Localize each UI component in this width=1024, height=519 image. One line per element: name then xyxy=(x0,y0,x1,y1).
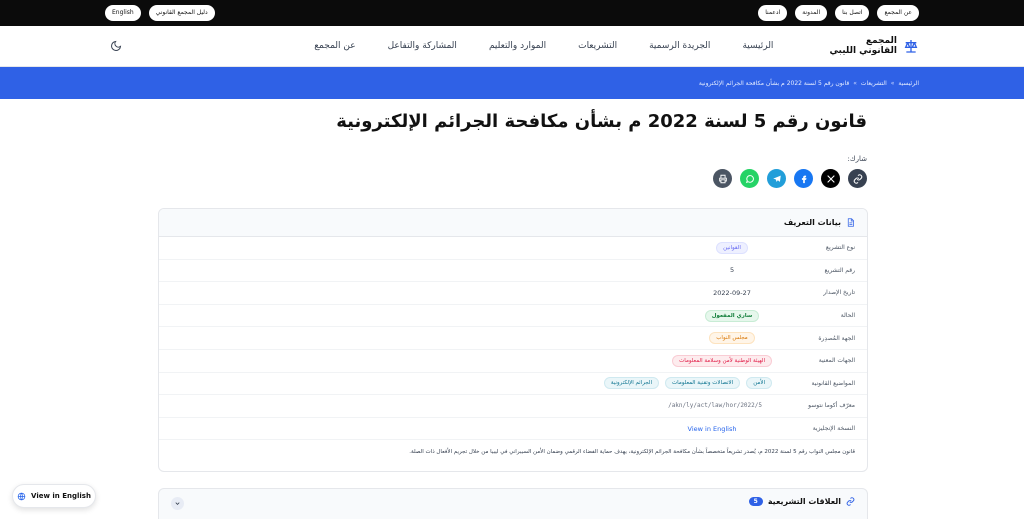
topic-badge[interactable]: الاتصالات وتقنية المعلومات xyxy=(665,377,741,390)
top-link-about[interactable]: عن المجمع xyxy=(877,5,919,21)
row-label: نوع التشريع xyxy=(825,244,855,252)
metadata-rows: نوع التشريع القوانين رقم التشريع 5 تاريخ… xyxy=(159,237,867,441)
metadata-card: بيانات التعريف نوع التشريع القوانين رقم … xyxy=(158,208,868,472)
metadata-card-title: بيانات التعريف xyxy=(783,218,841,227)
metadata-row-status: الحالة ساري المفعول xyxy=(159,305,867,328)
metadata-row-english: النسخة الإنجليزية View in English xyxy=(159,418,867,441)
row-label: النسخة الإنجليزية xyxy=(812,425,855,433)
breadcrumb-current: قانون رقم 5 لسنة 2022 م بشأن مكافحة الجر… xyxy=(698,79,850,87)
share-facebook-button[interactable] xyxy=(794,169,813,188)
breadcrumb-home[interactable]: الرئيسية xyxy=(898,80,919,87)
topic-badge[interactable]: الأمن xyxy=(746,377,772,390)
link-icon xyxy=(846,497,855,506)
top-link-contact[interactable]: اتصل بنا xyxy=(835,5,870,21)
share-label: شارك: xyxy=(847,155,867,163)
scales-icon xyxy=(904,40,918,53)
akn-identifier: /akn/ly/act/law/hor/2022/5 xyxy=(668,402,762,410)
share-telegram-button[interactable] xyxy=(767,169,786,188)
top-link-support[interactable]: ادعمنا xyxy=(758,5,788,21)
row-label: معرّف أكوما نتوسو xyxy=(808,402,855,410)
row-label: رقم التشريع xyxy=(824,266,856,274)
nav-about[interactable]: عن المجمع xyxy=(314,41,355,51)
row-value: /akn/ly/act/law/hor/2022/5 xyxy=(572,402,772,409)
topic-badge[interactable]: الجرائم الإلكترونية xyxy=(603,377,659,390)
breadcrumb-separator: » xyxy=(890,79,895,87)
row-label: الحالة xyxy=(840,312,855,320)
metadata-row-topics: المواضيع القانونية الأمن الاتصالات وتقني… xyxy=(159,373,867,396)
metadata-card-header: بيانات التعريف xyxy=(159,209,867,237)
relations-card[interactable]: العلاقات التشريعية 5 xyxy=(158,488,868,519)
language-switch-button[interactable]: English xyxy=(105,5,141,21)
logo-line-2: القانوني الليبي xyxy=(829,46,897,56)
print-button[interactable] xyxy=(713,169,732,188)
row-label: المواضيع القانونية xyxy=(811,379,855,387)
nav-home[interactable]: الرئيسية xyxy=(742,41,773,51)
row-value: View in English xyxy=(652,425,772,433)
row-value: مجلس النواب xyxy=(692,332,772,345)
site-header: المجمع القانوني الليبي الرئيسية الجريدة … xyxy=(0,26,1024,67)
document-icon xyxy=(847,218,854,227)
top-bar-left-links: دليل المجمع القانوني English xyxy=(105,5,215,21)
row-value: القوانين xyxy=(692,241,772,254)
logo-line-1: المجمع xyxy=(865,36,897,46)
top-bar: عن المجمع اتصل بنا المدونة ادعمنا دليل ا… xyxy=(0,0,1024,26)
nav-participation[interactable]: المشاركة والتفاعل xyxy=(388,41,457,51)
view-in-english-button[interactable]: View in English xyxy=(12,484,96,508)
main-nav: الرئيسية الجريدة الرسمية التشريعات الموا… xyxy=(122,41,773,51)
share-x-button[interactable] xyxy=(821,169,840,188)
breadcrumb-band: الرئيسية » التشريعات » قانون رقم 5 لسنة … xyxy=(0,67,1024,99)
row-value: الهيئة الوطنية لأمن وسلامة المعلومات xyxy=(572,354,772,367)
x-icon xyxy=(826,174,835,183)
legislation-number: 5 xyxy=(729,266,735,275)
issue-date: 2022-09-27 xyxy=(713,288,751,297)
top-link-guide[interactable]: دليل المجمع القانوني xyxy=(148,5,215,21)
metadata-row-number: رقم التشريع 5 xyxy=(159,260,867,283)
relations-card-header: العلاقات التشريعية 5 xyxy=(748,497,855,506)
status-badge: ساري المفعول xyxy=(704,309,760,322)
metadata-row-type: نوع التشريع القوانين xyxy=(159,237,867,260)
metadata-row-date: تاريخ الإصدار 2022-09-27 xyxy=(159,282,867,305)
concerned-badge[interactable]: الهيئة الوطنية لأمن وسلامة المعلومات xyxy=(672,354,772,367)
top-link-blog[interactable]: المدونة xyxy=(795,5,828,21)
whatsapp-icon xyxy=(745,174,754,183)
page-title: قانون رقم 5 لسنة 2022 م بشأن مكافحة الجر… xyxy=(336,111,867,132)
print-icon xyxy=(718,174,727,183)
type-badge[interactable]: القوانين xyxy=(716,241,748,254)
law-summary: قانون مجلس النواب رقم 5 لسنة 2022 م، يُص… xyxy=(409,449,855,456)
view-in-english-label: View in English xyxy=(31,492,91,500)
english-version-link[interactable]: View in English xyxy=(688,425,737,433)
chevron-down-icon xyxy=(175,502,180,505)
metadata-row-concerned: الجهات المعنية الهيئة الوطنية لأمن وسلام… xyxy=(159,350,867,373)
relations-count-badge: 5 xyxy=(748,497,763,506)
share-buttons xyxy=(713,169,867,188)
row-label: الجهة المُصدِرة xyxy=(818,334,855,342)
nav-legislation[interactable]: التشريعات xyxy=(578,41,617,51)
row-label: تاريخ الإصدار xyxy=(823,289,855,297)
copy-link-button[interactable] xyxy=(848,169,867,188)
site-logo[interactable]: المجمع القانوني الليبي xyxy=(829,36,919,56)
issuer-badge[interactable]: مجلس النواب xyxy=(709,332,755,345)
row-label: الجهات المعنية xyxy=(818,357,855,365)
breadcrumb: الرئيسية » التشريعات » قانون رقم 5 لسنة … xyxy=(699,80,919,87)
nav-resources[interactable]: الموارد والتعليم xyxy=(489,41,546,51)
row-value: الأمن الاتصالات وتقنية المعلومات الجرائم… xyxy=(572,377,772,390)
relations-card-title: العلاقات التشريعية xyxy=(767,497,841,506)
share-whatsapp-button[interactable] xyxy=(740,169,759,188)
telegram-icon xyxy=(772,175,781,182)
facebook-icon xyxy=(801,175,806,183)
row-value: ساري المفعول xyxy=(692,309,772,322)
nav-gazette[interactable]: الجريدة الرسمية xyxy=(649,41,710,51)
logo-text: المجمع القانوني الليبي xyxy=(829,36,897,56)
expand-button[interactable] xyxy=(171,497,184,510)
metadata-row-issuer: الجهة المُصدِرة مجلس النواب xyxy=(159,327,867,350)
moon-icon[interactable] xyxy=(110,40,122,52)
globe-icon xyxy=(17,492,26,500)
top-bar-right-links: عن المجمع اتصل بنا المدونة ادعمنا xyxy=(758,5,919,21)
link-icon xyxy=(853,173,862,184)
metadata-row-akn: معرّف أكوما نتوسو /akn/ly/act/law/hor/20… xyxy=(159,395,867,418)
breadcrumb-separator: » xyxy=(853,79,857,87)
breadcrumb-legislation[interactable]: التشريعات xyxy=(861,80,887,87)
